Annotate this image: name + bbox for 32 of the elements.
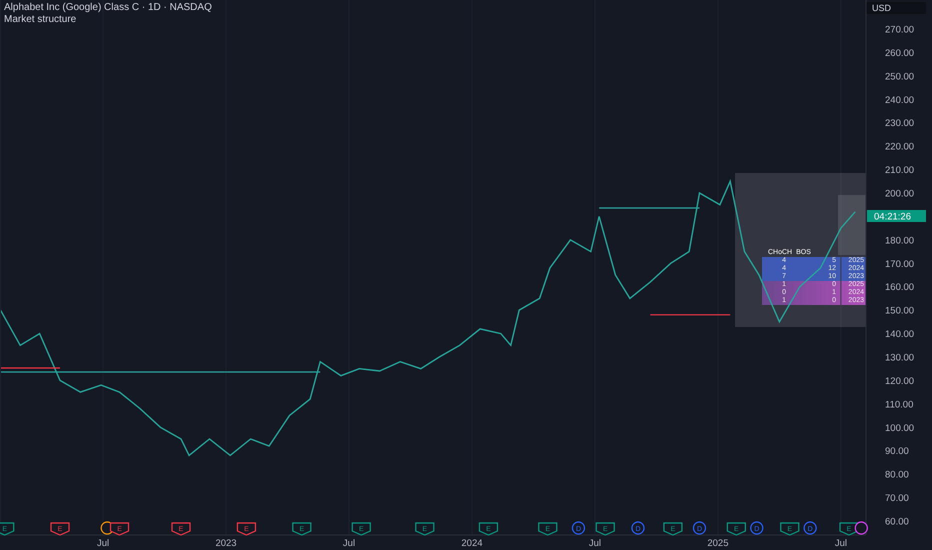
price-label: 210.00 xyxy=(885,165,914,176)
price-label: 270.00 xyxy=(885,24,914,36)
price-label: 260.00 xyxy=(885,48,914,59)
price-label: 110.00 xyxy=(885,399,914,410)
price-label: 80.00 xyxy=(885,470,909,481)
price-label: 60.00 xyxy=(885,516,909,528)
price-label: 140.00 xyxy=(885,329,914,340)
price-label: 230.00 xyxy=(885,118,914,130)
time-label: 2024 xyxy=(461,538,483,549)
price-label: 160.00 xyxy=(885,282,914,294)
price-label: 120.00 xyxy=(885,376,914,387)
time-label: 2025 xyxy=(707,538,728,549)
time-label: Jul xyxy=(96,538,110,549)
currency-button[interactable]: USD xyxy=(866,2,926,14)
time-label: 2023 xyxy=(215,538,237,549)
price-label: 240.00 xyxy=(885,94,914,106)
price-label: 250.00 xyxy=(885,71,914,82)
chart-title: Alphabet Inc (Google) Class C · 1D · NASDAQ xyxy=(4,2,212,14)
time-label: Jul xyxy=(342,538,356,549)
indicator-name: Market structure xyxy=(4,14,78,26)
price-label: 180.00 xyxy=(885,235,914,246)
time-label: Jul xyxy=(834,538,847,549)
price-label: 70.00 xyxy=(885,493,909,504)
price-label: 200.00 xyxy=(885,188,914,200)
time-label: Jul xyxy=(588,538,602,549)
price-label: 150.00 xyxy=(885,306,914,317)
price-label: 170.00 xyxy=(885,258,914,270)
price-label: 220.00 xyxy=(885,142,914,153)
price-label: 90.00 xyxy=(885,446,909,458)
price-label: 130.00 xyxy=(885,352,914,364)
price-label: 100.00 xyxy=(885,422,914,434)
countdown-label: 04:21:26 xyxy=(867,210,926,222)
